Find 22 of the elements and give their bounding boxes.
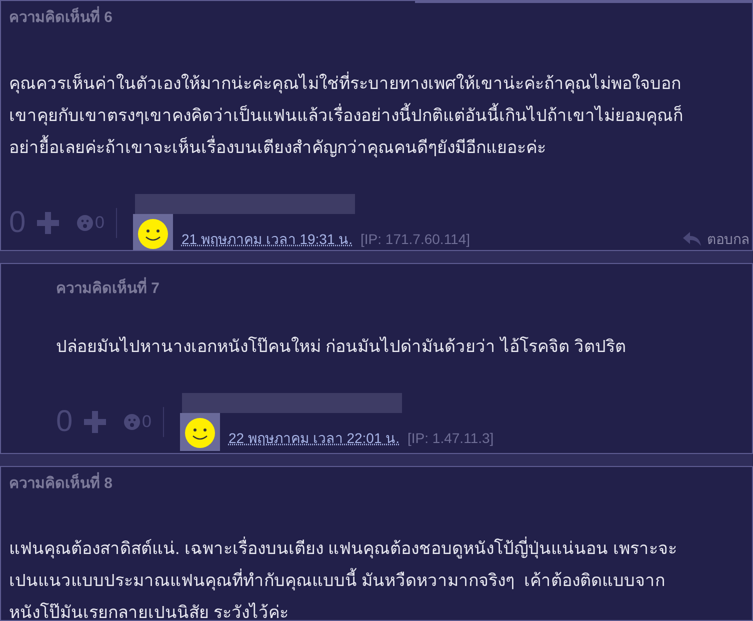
comment-text-line: อย่ายื้อเลยค่ะถ้าเขาจะเห็นเรื่องบนเตียงสำคัญกว่าคุณคนดีๆยังมีอีกแยอะค่ะ: [9, 132, 752, 164]
ip-address: [IP: 171.7.60.114]: [360, 230, 470, 249]
comment-text-line: เขาคุยกับเขาตรงๆเขาคงคิดว่าเป็นแฟนแล้วเรื่องอย่างนี้ปกติแต่อันนี้เกินไปถ้าเขาไม่ยอมคุณก็: [9, 100, 752, 132]
comment-number: ความคิดเห็นที่ 8: [9, 472, 752, 496]
comment-text-line: เปนแนวแบบประมาณแฟนคุณที่ทำกับคุณแบบนี้ มันหวืดหวามากจริงๆ เค้าต้องติดแบบจาก: [9, 565, 752, 598]
comment-number: ความคิดเห็นที่ 7: [56, 278, 752, 301]
avatar-icon: [133, 214, 174, 250]
avatar-icon: [180, 412, 220, 451]
comment-text-line: หนังโป๊มันเรยกลายเปนนิสัย ระวังไว้ค่ะ: [9, 602, 290, 620]
plus-icon[interactable]: [84, 410, 106, 433]
sad-face-icon[interactable]: [77, 214, 93, 230]
comment-number: ความคิดเห็นที่ 6: [9, 7, 752, 30]
comment-text-line: แฟนคุณต้องสาดิสต์แน่. เฉพาะเรื่องบนเตียง แฟนคุณต้องชอบดูหนังโป้ญี่ปุ่นแน่นอน เพราะจะ: [9, 533, 752, 566]
ip-address: [IP: 1.47.11.3]: [408, 428, 494, 448]
reply-link[interactable]: ตอบกล: [683, 228, 750, 250]
reply-icon: [683, 232, 701, 246]
date-link[interactable]: 21 พฤษภาคม เวลา 19:31 น.: [181, 228, 353, 250]
comment-text-line: ปล่อยมันไปหานางเอกหนังโป๊คนใหม่ ก่อนมันไปด่ามันด้วยว่า ไอ้โรคจิต วิตปริต: [56, 336, 628, 358]
plus-icon[interactable]: [37, 212, 59, 234]
comment-text-line: คุณควรเห็นค่าในตัวเองให้มากน่ะค่ะคุณไม่ใช่ที่ระบายทางเพศให้เขาน่ะค่ะถ้าคุณไม่พอใจบอก: [9, 70, 682, 96]
date-link[interactable]: 22 พฤษภาคม เวลา 22:01 น.: [228, 428, 400, 451]
sad-face-icon[interactable]: [124, 414, 140, 430]
